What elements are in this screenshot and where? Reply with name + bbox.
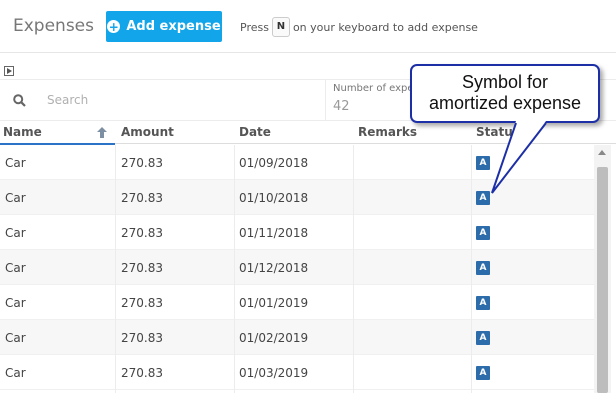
amortized-status-badge: A: [476, 331, 490, 345]
cell-date: 01/02/2019: [239, 331, 309, 345]
amortized-status-badge: A: [476, 226, 490, 240]
add-expense-label: Add expense: [126, 19, 221, 34]
column-divider: [115, 145, 116, 393]
column-header-name[interactable]: Name: [3, 125, 42, 139]
callout-line-1: Symbol for: [461, 72, 549, 92]
column-divider: [234, 145, 235, 393]
table-row[interactable]: Car 270.83 01/10/2018 A: [0, 180, 594, 215]
cell-amount: 270.83: [121, 191, 163, 205]
cell-amount: 270.83: [121, 366, 163, 380]
cell-amount: 270.83: [121, 156, 163, 170]
vertical-scrollbar[interactable]: [594, 145, 611, 393]
cell-name: Car: [5, 156, 26, 170]
cell-amount: 270.83: [121, 226, 163, 240]
column-header-status[interactable]: Status: [476, 125, 520, 139]
column-header-amount[interactable]: Amount: [121, 125, 174, 139]
divider: [0, 52, 616, 53]
hint-key: N: [271, 17, 290, 37]
hint-suffix: on your keyboard to add expense: [292, 20, 478, 34]
amortized-status-badge: A: [476, 366, 490, 380]
cell-date: 01/10/2018: [239, 191, 309, 205]
cell-amount: 270.83: [121, 296, 163, 310]
cell-amount: 270.83: [121, 261, 163, 275]
table-row[interactable]: Car 270.83 01/02/2019 A: [0, 320, 594, 355]
cell-date: 01/01/2019: [239, 296, 309, 310]
table-row[interactable]: Car 270.83 01/09/2018 A: [0, 145, 594, 180]
amortized-status-badge: A: [476, 296, 490, 310]
top-bar: Expenses + Add expense Press N on your k…: [0, 0, 616, 52]
amortized-status-badge: A: [476, 261, 490, 275]
annotation-callout: Symbol for amortized expense: [410, 64, 600, 123]
table-row[interactable]: Car 270.83 01/03/2019 A: [0, 355, 594, 390]
add-expense-button[interactable]: + Add expense: [106, 11, 222, 42]
cell-name: Car: [5, 191, 26, 205]
column-header-date[interactable]: Date: [239, 125, 271, 139]
scroll-up-arrow-icon[interactable]: [598, 150, 606, 155]
scrollbar-thumb[interactable]: [597, 167, 608, 393]
column-header-remarks[interactable]: Remarks: [358, 125, 417, 139]
table-row[interactable]: Car 270.83 01/11/2018 A: [0, 215, 594, 250]
arrow-up-icon[interactable]: [96, 126, 108, 139]
search-input[interactable]: Search: [47, 93, 88, 107]
page-title: Expenses: [13, 16, 94, 36]
expense-table-body: Car 270.83 01/09/2018 A Car 270.83 01/10/2018 A…: [0, 145, 594, 390]
cell-name: Car: [5, 296, 26, 310]
cell-name: Car: [5, 366, 26, 380]
hint-prefix: Press: [240, 20, 269, 34]
cell-date: 01/11/2018: [239, 226, 309, 240]
amortized-status-badge: A: [476, 156, 490, 170]
cell-name: Car: [5, 226, 26, 240]
cell-name: Car: [5, 261, 26, 275]
callout-line-2: amortized expense: [428, 93, 582, 113]
table-row[interactable]: Car 270.83 01/01/2019 A: [0, 285, 594, 320]
cell-date: 01/09/2018: [239, 156, 309, 170]
cell-name: Car: [5, 331, 26, 345]
keyboard-hint: Press N on your keyboard to add expense: [240, 17, 478, 37]
table-header: Name Amount Date Remarks Status: [0, 121, 616, 144]
cell-date: 01/12/2018: [239, 261, 309, 275]
search-icon: [13, 94, 26, 107]
amortized-status-badge: A: [476, 191, 490, 205]
cell-amount: 270.83: [121, 331, 163, 345]
table-row[interactable]: Car 270.83 01/12/2018 A: [0, 250, 594, 285]
column-divider: [471, 145, 472, 393]
plus-circle-icon: +: [107, 19, 121, 34]
cell-date: 01/03/2019: [239, 366, 309, 380]
panel-toggle-icon[interactable]: [4, 66, 14, 76]
column-divider: [353, 145, 354, 393]
